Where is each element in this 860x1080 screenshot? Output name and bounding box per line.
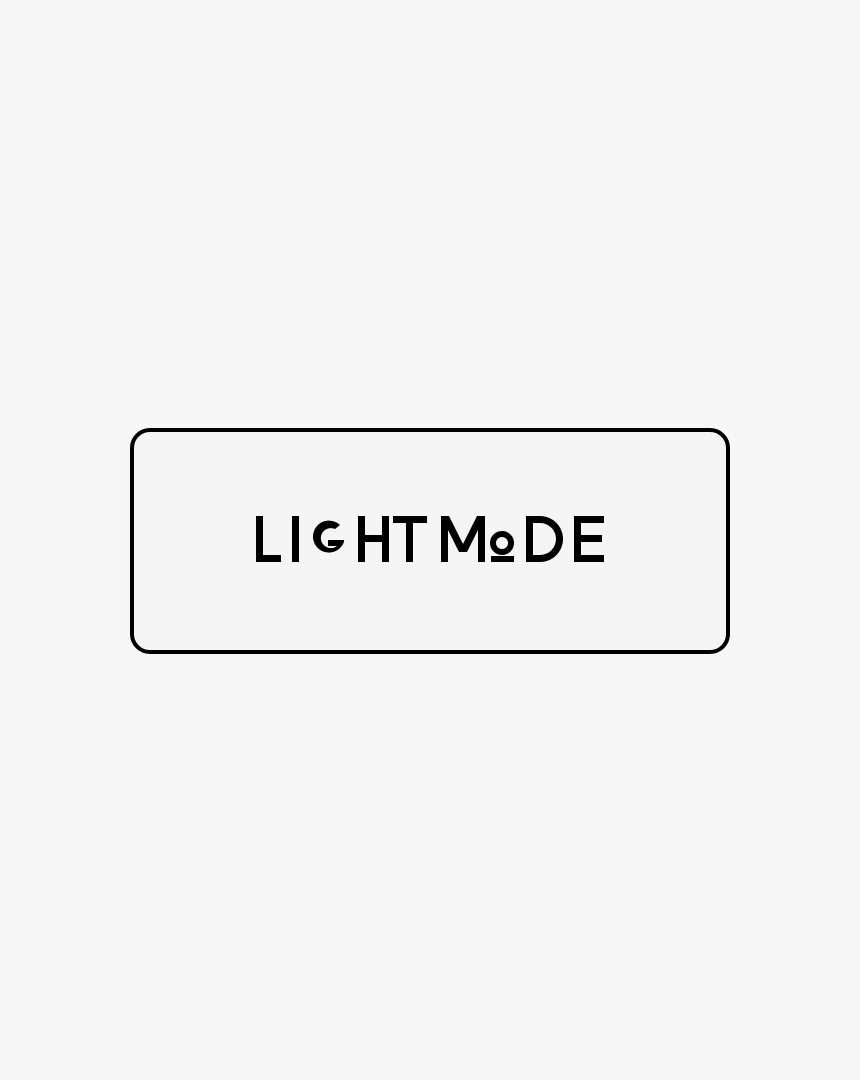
page-canvas: LIGHT MODE	[0, 0, 860, 1080]
light-mode-button[interactable]: LIGHT MODE	[130, 428, 730, 654]
light-mode-label	[256, 516, 604, 562]
light-mode-label-text: LIGHT MODE	[134, 432, 135, 433]
